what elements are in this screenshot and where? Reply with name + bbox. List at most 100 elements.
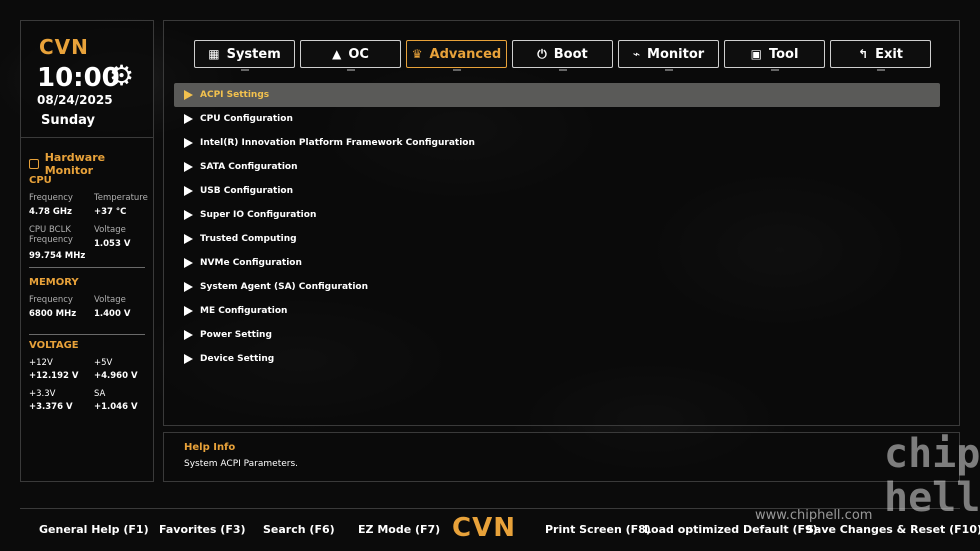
menu-item-trusted-computing[interactable]: Trusted Computing	[174, 227, 940, 251]
power-icon: ⏻	[537, 46, 547, 61]
menu-item-label: CPU Configuration	[200, 114, 293, 124]
load-optimized-default-button[interactable]: Load optimized Default (F9)	[644, 523, 818, 536]
footer-brand-logo: CVN	[452, 513, 516, 543]
menu-item-label: Power Setting	[200, 330, 272, 340]
help-info-text: System ACPI Parameters.	[184, 459, 299, 469]
gear-icon[interactable]: ⚙	[109, 59, 134, 92]
menu-item-device-setting[interactable]: Device Setting	[174, 347, 940, 371]
ez-mode-button[interactable]: EZ Mode (F7)	[358, 523, 440, 536]
hardware-monitor-label: Hardware Monitor	[44, 151, 106, 177]
tab-label: Boot	[553, 46, 588, 62]
info-sidebar: CVN 10:00 ⚙ 08/24/2025 Sunday Hardware M…	[20, 20, 154, 482]
arrow-right-icon	[184, 306, 193, 316]
cpu-voltage-value: 1.053 V	[94, 239, 131, 249]
tab-label: OC	[348, 46, 369, 62]
favorites-button[interactable]: Favorites (F3)	[159, 523, 246, 536]
v12-value: +12.192 V	[29, 371, 79, 381]
arrow-right-icon	[184, 282, 193, 292]
grid-icon: ▦	[208, 47, 220, 61]
cpu-temperature-label: Temperature	[94, 193, 148, 203]
menu-item-super-io-configuration[interactable]: Super IO Configuration	[174, 203, 940, 227]
watermark-logo-line: hell	[884, 475, 980, 521]
menu-item-label: System Agent (SA) Configuration	[200, 282, 368, 292]
memory-frequency-value: 6800 MHz	[29, 309, 77, 319]
menu-item-label: Device Setting	[200, 354, 275, 364]
tab-oc[interactable]: ▲ OC	[300, 40, 401, 71]
arrow-right-icon	[184, 138, 193, 148]
arrow-right-icon	[184, 258, 193, 268]
menu-item-system-agent-configuration[interactable]: System Agent (SA) Configuration	[174, 275, 940, 299]
menu-item-usb-configuration[interactable]: USB Configuration	[174, 179, 940, 203]
tab-monitor[interactable]: ⌁ Monitor	[618, 40, 719, 71]
sa-label: SA	[94, 389, 106, 399]
cpu-temperature-value: +37 °C	[94, 207, 127, 217]
help-info-title: Help Info	[184, 442, 236, 453]
v33-value: +3.376 V	[29, 402, 73, 412]
voltage-section-title: VOLTAGE	[29, 340, 79, 351]
general-help-button[interactable]: General Help (F1)	[39, 523, 149, 536]
cpu-frequency-label: Frequency	[29, 193, 73, 203]
cpu-voltage-label: Voltage	[94, 225, 126, 235]
menu-item-label: NVMe Configuration	[200, 258, 302, 268]
menu-item-power-setting[interactable]: Power Setting	[174, 323, 940, 347]
arrow-right-icon	[184, 90, 193, 100]
clock-time: 10:00	[37, 63, 120, 93]
watermark-url: www.chiphell.com	[755, 508, 873, 523]
menu-item-me-configuration[interactable]: ME Configuration	[174, 299, 940, 323]
menu-item-nvme-configuration[interactable]: NVMe Configuration	[174, 251, 940, 275]
clock-weekday: Sunday	[41, 113, 96, 128]
chip-icon	[29, 159, 39, 169]
return-arrow-icon: ↰	[858, 47, 869, 61]
v5-value: +4.960 V	[94, 371, 138, 381]
arrow-right-icon	[184, 354, 193, 364]
tab-label: Tool	[768, 46, 799, 62]
menu-item-sata-configuration[interactable]: SATA Configuration	[174, 155, 940, 179]
v33-label: +3.3V	[29, 389, 56, 399]
cpu-section-title: CPU	[29, 175, 52, 186]
tab-exit[interactable]: ↰ Exit	[830, 40, 931, 71]
arrow-right-icon	[184, 234, 193, 244]
hardware-monitor-title: Hardware Monitor	[29, 151, 153, 177]
tab-system[interactable]: ▦ System	[194, 40, 295, 71]
watermark-logo-line: chip	[884, 431, 980, 477]
clock-date: 08/24/2025	[37, 93, 113, 107]
divider	[29, 334, 145, 335]
menu-item-ipf-configuration[interactable]: Intel(R) Innovation Platform Framework C…	[174, 131, 940, 155]
tab-boot[interactable]: ⏻ Boot	[512, 40, 613, 71]
rocket-icon: ▲	[332, 47, 342, 61]
tab-bar: ▦ System ▲ OC ♛ Advanced ⏻ Boot ⌁ Monito…	[194, 40, 931, 71]
main-panel: ▦ System ▲ OC ♛ Advanced ⏻ Boot ⌁ Monito…	[163, 20, 960, 426]
advanced-menu-list: ACPI Settings CPU Configuration Intel(R)…	[174, 83, 940, 371]
menu-item-cpu-configuration[interactable]: CPU Configuration	[174, 107, 940, 131]
v5-label: +5V	[94, 358, 113, 368]
menu-item-label: Intel(R) Innovation Platform Framework C…	[200, 138, 475, 148]
divider	[21, 137, 153, 138]
save-changes-reset-button[interactable]: Save Changes & Reset (F10)	[806, 523, 980, 536]
print-screen-button[interactable]: Print Screen (F8)	[545, 523, 651, 536]
v12-label: +12V	[29, 358, 53, 368]
tab-advanced[interactable]: ♛ Advanced	[406, 40, 507, 71]
toolbox-icon: ▣	[750, 47, 762, 61]
menu-item-label: SATA Configuration	[200, 162, 298, 172]
menu-item-label: USB Configuration	[200, 186, 293, 196]
cpu-bclk-label-2: Frequency	[29, 235, 73, 245]
tab-tool[interactable]: ▣ Tool	[724, 40, 825, 71]
cpu-bclk-label: CPU BCLK	[29, 225, 71, 235]
arrow-right-icon	[184, 330, 193, 340]
arrow-right-icon	[184, 186, 193, 196]
menu-item-acpi-settings[interactable]: ACPI Settings	[174, 83, 940, 107]
arrow-right-icon	[184, 114, 193, 124]
menu-item-label: ACPI Settings	[200, 90, 270, 100]
memory-voltage-value: 1.400 V	[94, 309, 131, 319]
menu-item-label: ME Configuration	[200, 306, 288, 316]
arrow-right-icon	[184, 210, 193, 220]
pulse-icon: ⌁	[632, 47, 641, 61]
search-button[interactable]: Search (F6)	[263, 523, 335, 536]
memory-frequency-label: Frequency	[29, 295, 73, 305]
watermark-logo: chip hell	[884, 432, 980, 520]
cpu-frequency-value: 4.78 GHz	[29, 207, 72, 217]
memory-section-title: MEMORY	[29, 277, 79, 288]
tab-label: Exit	[875, 46, 903, 62]
brand-logo: CVN	[39, 35, 89, 59]
divider	[29, 267, 145, 268]
